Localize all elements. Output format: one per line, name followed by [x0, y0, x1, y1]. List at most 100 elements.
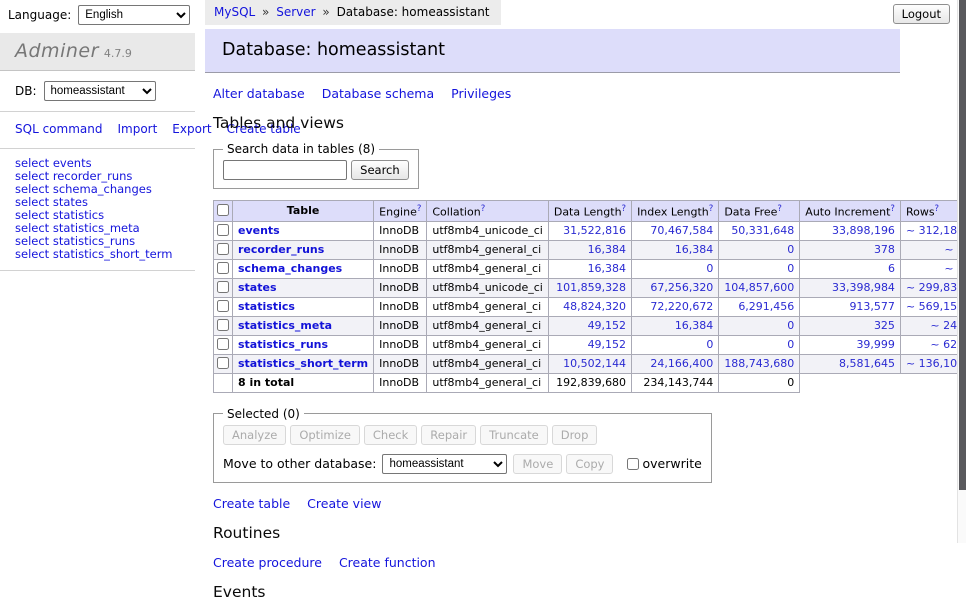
row-checkbox[interactable] — [217, 262, 229, 274]
row-checkbox[interactable] — [217, 243, 229, 255]
table-row: statesInnoDButf8mb4_unicode_ci101,859,32… — [214, 278, 966, 297]
database-schema-link[interactable]: Database schema — [322, 86, 434, 101]
cell-engine: InnoDB — [374, 297, 427, 316]
breadcrumb-link-server[interactable]: Server — [276, 5, 315, 19]
help-icon[interactable]: ? — [417, 204, 422, 214]
cell-collation: utf8mb4_general_ci — [427, 259, 548, 278]
sidebar-select-link[interactable]: select statistics_short_term — [15, 247, 172, 261]
logout-button[interactable]: Logout — [893, 4, 950, 24]
sql-command-link[interactable]: SQL command — [15, 122, 102, 136]
help-icon[interactable]: ? — [777, 204, 782, 214]
scrollbar-thumb[interactable] — [959, 0, 966, 490]
table-name-link[interactable]: statistics_short_term — [238, 357, 368, 370]
table-row: schema_changesInnoDButf8mb4_general_ci16… — [214, 259, 966, 278]
truncate-button[interactable]: Truncate — [480, 425, 548, 445]
sidebar-select-link[interactable]: select states — [15, 195, 88, 209]
row-checkbox-cell — [214, 354, 233, 373]
table-row: statistics_short_term InnoDButf8mb4_gener… — [214, 354, 966, 373]
table-name-link[interactable]: statistics_runs — [238, 338, 328, 351]
analyze-button[interactable]: Analyze — [223, 425, 286, 445]
drop-button[interactable]: Drop — [552, 425, 598, 445]
row-checkbox[interactable] — [217, 357, 229, 369]
alter-database-link[interactable]: Alter database — [213, 86, 305, 101]
sidebar-select-link[interactable]: select statistics_runs — [15, 234, 135, 248]
table-name-link[interactable]: events — [238, 224, 280, 237]
search-button[interactable]: Search — [351, 160, 409, 180]
row-checkbox[interactable] — [217, 281, 229, 293]
row-checkbox-cell — [214, 335, 233, 354]
help-icon[interactable]: ? — [935, 204, 940, 214]
cell-auto-increment: 325 — [800, 316, 901, 335]
help-icon[interactable]: ? — [890, 204, 895, 214]
row-checkbox-cell — [214, 297, 233, 316]
db-select[interactable]: homeassistant — [44, 81, 156, 101]
table-name-link[interactable]: states — [238, 281, 277, 294]
create-view-link[interactable]: Create view — [307, 496, 381, 511]
create-procedure-link[interactable]: Create procedure — [213, 555, 322, 570]
cell-index-length: 24,166,400 — [632, 354, 719, 373]
column-header-index-length: Index Length? — [632, 201, 719, 222]
cell-engine: InnoDB — [374, 354, 427, 373]
cell-auto-increment: 378 — [800, 240, 901, 259]
total-checkbox-cell — [214, 373, 233, 392]
move-database-select[interactable]: homeassistant — [382, 454, 507, 474]
move-button[interactable]: Move — [513, 454, 562, 474]
scrollbar-track[interactable] — [957, 0, 966, 543]
sidebar-select-link[interactable]: select events — [15, 156, 92, 170]
cell-index-length: 16,384 — [632, 240, 719, 259]
create-table-link-main[interactable]: Create table — [213, 496, 290, 511]
repair-button[interactable]: Repair — [421, 425, 476, 445]
table-name-cell: schema_changes — [233, 259, 374, 278]
table-name-link[interactable]: recorder_runs — [238, 243, 324, 256]
column-header-table: Table — [233, 201, 374, 222]
language-select[interactable]: English — [78, 5, 190, 25]
cell-data-length: 48,824,320 — [548, 297, 631, 316]
overwrite-label: overwrite — [642, 456, 701, 471]
overwrite-checkbox[interactable] — [627, 458, 639, 470]
column-header-collation: Collation? — [427, 201, 548, 222]
page-title: Database: homeassistant — [205, 29, 900, 73]
table-row: statisticsInnoDButf8mb4_general_ci48,824… — [214, 297, 966, 316]
cell-data-length: 31,522,816 — [548, 221, 631, 240]
breadcrumb-link-mysql[interactable]: MySQL — [214, 5, 255, 19]
import-link[interactable]: Import — [117, 122, 157, 136]
table-name-link[interactable]: statistics_meta — [238, 319, 332, 332]
create-function-link[interactable]: Create function — [339, 555, 436, 570]
total-label: 8 in total — [233, 373, 374, 392]
sidebar-select-link[interactable]: select statistics — [15, 208, 104, 222]
cell-data-free: 0 — [719, 335, 800, 354]
row-checkbox[interactable] — [217, 319, 229, 331]
search-input[interactable] — [223, 160, 347, 180]
events-heading: Events — [213, 583, 900, 601]
tables-overview: Table Engine? Collation? Data Length? In… — [213, 200, 966, 393]
language-label: Language: — [8, 8, 71, 22]
search-legend: Search data in tables (8) — [223, 142, 379, 156]
table-name-cell: recorder_runs — [233, 240, 374, 259]
cell-collation: utf8mb4_general_ci — [427, 354, 548, 373]
row-checkbox[interactable] — [217, 300, 229, 312]
help-icon[interactable]: ? — [622, 204, 627, 214]
table-name-cell: statistics — [233, 297, 374, 316]
optimize-button[interactable]: Optimize — [290, 425, 360, 445]
adminer-logo[interactable]: Adminer4.7.9 — [0, 33, 195, 71]
table-name-link[interactable]: statistics — [238, 300, 295, 313]
help-icon[interactable]: ? — [481, 204, 486, 214]
privileges-link[interactable]: Privileges — [451, 86, 511, 101]
row-checkbox[interactable] — [217, 338, 229, 350]
select-all-checkbox[interactable] — [217, 204, 229, 216]
sidebar-select-link[interactable]: select statistics_meta — [15, 221, 140, 235]
cell-data-length: 16,384 — [548, 240, 631, 259]
cell-auto-increment: 8,581,645 — [800, 354, 901, 373]
check-button[interactable]: Check — [364, 425, 417, 445]
table-name-link[interactable]: schema_changes — [238, 262, 342, 275]
language-row: Language: English — [8, 5, 190, 25]
copy-button[interactable]: Copy — [566, 454, 613, 474]
row-checkbox[interactable] — [217, 224, 229, 236]
sidebar-select-link[interactable]: select recorder_runs — [15, 169, 132, 183]
table-name-cell: statistics_meta — [233, 316, 374, 335]
row-checkbox-cell — [214, 221, 233, 240]
help-icon[interactable]: ? — [709, 204, 714, 214]
sidebar-select-link[interactable]: select schema_changes — [15, 182, 152, 196]
total-collation: utf8mb4_general_ci — [427, 373, 548, 392]
cell-data-length: 10,502,144 — [548, 354, 631, 373]
